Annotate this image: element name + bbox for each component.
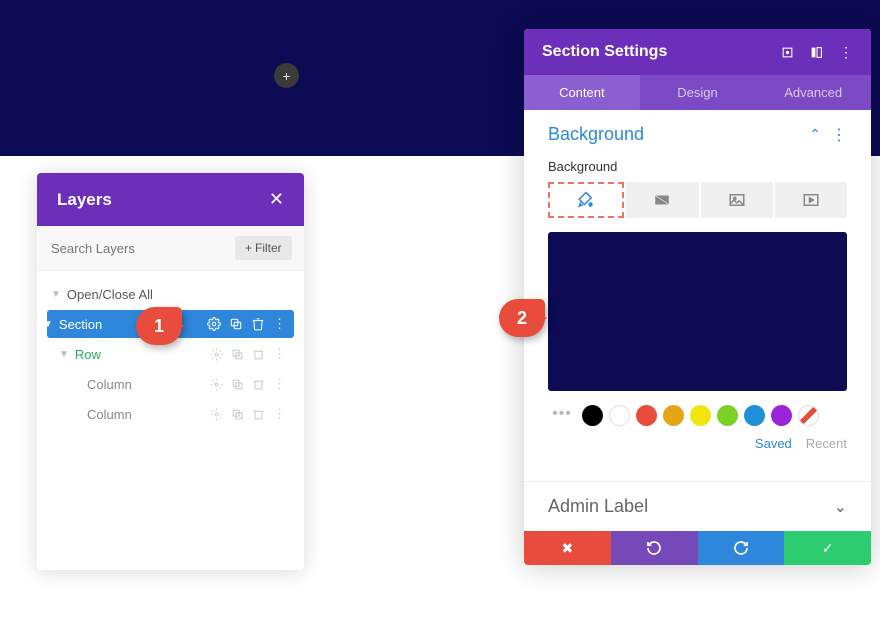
bg-type-gradient[interactable] [626, 182, 698, 218]
search-input[interactable] [51, 236, 227, 260]
settings-header: Section Settings ⋮ [524, 29, 871, 75]
layers-header: Layers ✕ [37, 173, 304, 226]
duplicate-icon[interactable] [229, 317, 243, 331]
color-swatch-blue[interactable] [744, 405, 765, 426]
add-section-button[interactable]: + [274, 63, 299, 88]
gear-icon[interactable] [207, 317, 221, 331]
saved-link[interactable]: Saved [755, 436, 792, 451]
layer-actions: ⋮ [210, 406, 286, 422]
bg-type-image[interactable] [701, 182, 773, 218]
layers-title: Layers [57, 190, 112, 210]
chevron-down-icon: ⌄ [834, 497, 847, 517]
open-close-all[interactable]: ▼ Open/Close All [47, 281, 294, 308]
close-icon[interactable]: ✕ [269, 189, 284, 210]
trash-icon[interactable] [251, 317, 265, 331]
color-swatch-none[interactable] [798, 405, 819, 426]
duplicate-icon[interactable] [231, 408, 244, 421]
bg-type-color[interactable] [548, 182, 624, 218]
color-swatch-purple[interactable] [771, 405, 792, 426]
layout-icon[interactable] [810, 46, 823, 59]
chevron-up-icon[interactable]: ⌃ [809, 126, 821, 143]
color-swatches: ••• [548, 405, 847, 426]
duplicate-icon[interactable] [231, 378, 244, 391]
section-title: Background [548, 124, 644, 145]
chevron-down-icon: ▼ [43, 319, 53, 330]
color-swatch-white[interactable] [609, 405, 630, 426]
more-icon[interactable]: ⋮ [839, 44, 853, 61]
layer-row-row[interactable]: ▼ Row ⋮ [63, 340, 294, 368]
filter-button[interactable]: + Filter [235, 236, 292, 260]
admin-label-text: Admin Label [548, 496, 648, 517]
expand-icon[interactable] [781, 46, 794, 59]
color-swatch-orange[interactable] [663, 405, 684, 426]
layer-actions: ⋮ [210, 376, 286, 392]
save-button[interactable]: ✓ [784, 531, 871, 565]
background-label: Background [548, 159, 847, 174]
layers-panel: Layers ✕ + Filter ▼ Open/Close All ▼ Sec… [37, 173, 304, 570]
settings-tabs: Content Design Advanced [524, 75, 871, 110]
layer-row-column[interactable]: Column ⋮ [79, 370, 294, 398]
layer-label: Column [87, 377, 210, 392]
more-icon[interactable]: ⋮ [831, 125, 847, 145]
layer-row-column[interactable]: Column ⋮ [79, 400, 294, 428]
gear-icon[interactable] [210, 408, 223, 421]
gear-icon[interactable] [210, 348, 223, 361]
undo-button[interactable] [611, 531, 698, 565]
trash-icon[interactable] [252, 378, 265, 391]
section-header: Background ⌃ ⋮ [548, 124, 847, 145]
redo-button[interactable] [698, 531, 785, 565]
plus-icon: + [245, 241, 252, 255]
layer-actions: ⋮ [210, 346, 286, 362]
tab-advanced[interactable]: Advanced [755, 75, 871, 110]
layers-search-bar: + Filter [37, 226, 304, 271]
chevron-down-icon: ▼ [59, 349, 69, 360]
more-colors-icon[interactable]: ••• [548, 405, 576, 426]
open-close-label: Open/Close All [67, 287, 153, 302]
callout-number: 2 [517, 308, 527, 329]
trash-icon[interactable] [252, 348, 265, 361]
more-icon[interactable]: ⋮ [273, 406, 286, 422]
color-swatch-yellow[interactable] [690, 405, 711, 426]
trash-icon[interactable] [252, 408, 265, 421]
color-swatch-black[interactable] [582, 405, 603, 426]
settings-header-icons: ⋮ [781, 44, 853, 61]
bg-type-tabs [548, 182, 847, 218]
color-swatch-green[interactable] [717, 405, 738, 426]
bg-type-video[interactable] [775, 182, 847, 218]
more-icon[interactable]: ⋮ [273, 316, 286, 332]
color-swatch-red[interactable] [636, 405, 657, 426]
callout-marker-2: 2 [499, 299, 545, 337]
more-icon[interactable]: ⋮ [273, 346, 286, 362]
section-header-icons: ⌃ ⋮ [809, 125, 847, 145]
section-settings-panel: Section Settings ⋮ Content Design Advanc… [524, 29, 871, 565]
layer-label: Column [87, 407, 210, 422]
background-section: Background ⌃ ⋮ Background [524, 110, 871, 465]
cancel-button[interactable]: ✖ [524, 531, 611, 565]
recent-link[interactable]: Recent [806, 436, 847, 451]
layer-label: Row [75, 347, 210, 362]
layer-actions: ⋮ [207, 316, 286, 332]
more-icon[interactable]: ⋮ [273, 376, 286, 392]
tab-content[interactable]: Content [524, 75, 640, 110]
duplicate-icon[interactable] [231, 348, 244, 361]
settings-footer: ✖ ✓ [524, 531, 871, 565]
callout-marker-1: 1 [136, 307, 182, 345]
color-links: Saved Recent [548, 436, 847, 451]
color-preview[interactable] [548, 232, 847, 391]
chevron-down-icon: ▼ [51, 289, 61, 300]
settings-title: Section Settings [542, 43, 667, 61]
admin-label-row[interactable]: Admin Label ⌄ [524, 481, 871, 531]
callout-number: 1 [154, 316, 164, 337]
tab-design[interactable]: Design [640, 75, 756, 110]
filter-label: Filter [255, 241, 282, 255]
gear-icon[interactable] [210, 378, 223, 391]
